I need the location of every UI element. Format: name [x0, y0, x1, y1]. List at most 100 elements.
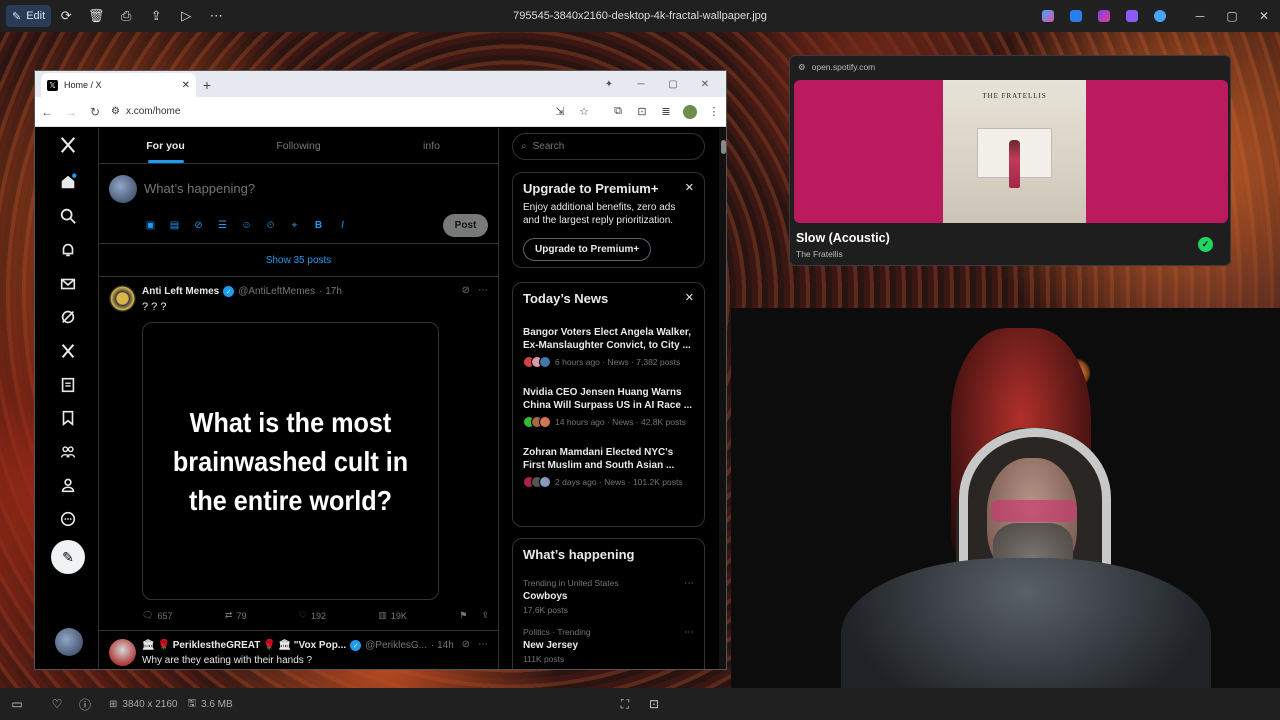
premium-x-icon[interactable]: [57, 340, 79, 362]
designer-icon[interactable]: [1062, 0, 1090, 32]
onedrive-icon[interactable]: [1146, 0, 1174, 32]
window-minimize-icon[interactable]: ─: [626, 71, 656, 97]
profile-avatar[interactable]: [683, 104, 697, 119]
notifications-bell-icon[interactable]: [57, 239, 79, 261]
tweet-avatar[interactable]: [109, 285, 136, 312]
bookmarks-icon[interactable]: [57, 407, 79, 429]
tweet-time[interactable]: · 14h: [431, 640, 454, 651]
more-icon[interactable]: ⋯: [201, 0, 231, 32]
slideshow-icon[interactable]: ▷: [171, 0, 201, 32]
tweet-more-icon[interactable]: ⋯: [478, 639, 488, 650]
share-icon[interactable]: ⇪: [481, 610, 489, 621]
tab-search-icon[interactable]: ⊡: [630, 97, 654, 127]
install-app-icon[interactable]: ⇲: [548, 97, 572, 127]
tweet-handle[interactable]: @AntiLeftMemes: [238, 286, 315, 297]
gemini-icon[interactable]: ✦: [594, 71, 624, 97]
zoom-actual-icon[interactable]: ⊡: [640, 688, 668, 720]
photos-app-icon[interactable]: [1118, 0, 1146, 32]
news-item[interactable]: Zohran Mamdani Elected NYC's First Musli…: [523, 446, 694, 488]
back-icon[interactable]: ←: [35, 97, 59, 127]
tweet-more-icon[interactable]: ⋯: [478, 285, 488, 296]
share-icon[interactable]: ⇪: [141, 0, 171, 32]
tab-close-icon[interactable]: ✕: [182, 80, 190, 91]
tab-info[interactable]: info: [365, 128, 498, 163]
fit-screen-icon[interactable]: ⛶: [611, 688, 639, 720]
tweet-author-name[interactable]: Anti Left Memes: [142, 286, 219, 297]
grok-explain-icon[interactable]: ⊘: [462, 285, 470, 296]
trend-more-icon[interactable]: ⋯: [684, 627, 694, 638]
tab-x-home[interactable]: 𝕏 Home / X ✕: [41, 73, 196, 97]
site-info-icon[interactable]: ⚙: [111, 106, 120, 117]
window-maximize-icon[interactable]: ▢: [658, 71, 688, 97]
tweet-author-name[interactable]: 🏛 🌹 PeriklestheGREAT 🌹 🏛 "Vox Pop...: [142, 640, 346, 651]
scrollbar-thumb[interactable]: [721, 140, 726, 154]
trend-item[interactable]: Politics · Trending New Jersey 111K post…: [523, 627, 694, 664]
grok-explain-icon[interactable]: ⊘: [462, 639, 470, 650]
tweet-time[interactable]: · 17h: [319, 286, 342, 297]
repost-button[interactable]: ⇄ 79: [225, 610, 247, 621]
filmstrip-icon[interactable]: ▭: [3, 688, 31, 720]
delete-icon[interactable]: 🗑: [81, 0, 111, 32]
poll-icon[interactable]: ☰: [216, 219, 229, 232]
compose-post-button[interactable]: ✎: [51, 540, 85, 574]
lists-icon[interactable]: [57, 374, 79, 396]
reading-list-icon[interactable]: ≣: [654, 97, 678, 127]
like-button[interactable]: ♡ 192: [299, 610, 326, 621]
trend-more-icon[interactable]: ⋯: [684, 578, 694, 589]
new-tab-button[interactable]: +: [196, 73, 218, 97]
tab-for-you[interactable]: For you: [99, 128, 232, 163]
tweet-image[interactable]: What is the most brainwashed cult in the…: [142, 322, 439, 600]
rotate-icon[interactable]: ⟳: [51, 0, 81, 32]
close-icon[interactable]: ✕: [1248, 0, 1280, 32]
search-icon[interactable]: [57, 205, 79, 227]
tweet[interactable]: Anti Left Memes ✓ @AntiLeftMemes · 17h ⊘…: [99, 277, 498, 631]
composer-input[interactable]: What’s happening?: [144, 181, 255, 196]
favorite-heart-icon[interactable]: ♡: [43, 688, 71, 720]
media-icon[interactable]: ▣: [144, 219, 157, 232]
page-scrollbar[interactable]: [719, 128, 726, 669]
maximize-icon[interactable]: ▢: [1216, 0, 1248, 32]
dismiss-close-icon[interactable]: ✕: [685, 291, 694, 304]
saved-check-icon[interactable]: ✓: [1198, 237, 1213, 252]
minimize-icon[interactable]: ─: [1184, 0, 1216, 32]
reload-icon[interactable]: ↻: [83, 97, 107, 127]
clipchamp-icon[interactable]: [1090, 0, 1118, 32]
bold-icon[interactable]: B: [312, 219, 325, 232]
news-item[interactable]: Nvidia CEO Jensen Huang Warns China Will…: [523, 386, 694, 428]
more-circle-icon[interactable]: [57, 508, 79, 530]
search-input[interactable]: ⌕ Search: [512, 133, 705, 160]
profile-icon[interactable]: [57, 474, 79, 496]
tweet[interactable]: 🏛 🌹 PeriklestheGREAT 🌹 🏛 "Vox Pop... ✓ @…: [99, 631, 498, 669]
bookmark-icon[interactable]: ⚑: [459, 610, 467, 621]
account-avatar[interactable]: [55, 628, 83, 656]
emoji-icon[interactable]: ☺: [240, 219, 253, 232]
bookmark-star-icon[interactable]: ☆: [572, 97, 596, 127]
dismiss-close-icon[interactable]: ✕: [685, 181, 694, 194]
site-settings-icon[interactable]: ⚙: [798, 62, 806, 73]
grok-icon[interactable]: [57, 306, 79, 328]
upgrade-premium-button[interactable]: Upgrade to Premium+: [523, 238, 652, 261]
track-title[interactable]: Slow (Acoustic): [796, 231, 890, 245]
info-icon[interactable]: ⓘ: [71, 688, 99, 720]
schedule-icon[interactable]: ⏲: [264, 219, 277, 232]
menu-kebab-icon[interactable]: ⋮: [702, 97, 726, 127]
post-button[interactable]: Post: [443, 214, 488, 237]
italic-icon[interactable]: I: [336, 219, 349, 232]
show-new-posts-link[interactable]: Show 35 posts: [99, 244, 498, 277]
trend-item[interactable]: Trending in United States Cowboys 17.6K …: [523, 578, 694, 615]
tweet-handle[interactable]: @PeriklesG...: [365, 640, 427, 651]
edit-button[interactable]: ✎ Edit: [6, 5, 52, 27]
extensions-icon[interactable]: ⧉: [606, 97, 630, 127]
window-close-icon[interactable]: ✕: [690, 71, 720, 97]
tab-following[interactable]: Following: [232, 128, 365, 163]
track-artist[interactable]: The Fratellis: [796, 249, 843, 259]
location-icon[interactable]: ⌖: [288, 219, 301, 232]
reply-button[interactable]: 🗨 657: [142, 610, 172, 621]
home-icon[interactable]: [57, 171, 79, 193]
communities-icon[interactable]: [57, 441, 79, 463]
tweet-avatar[interactable]: [109, 639, 136, 666]
news-item[interactable]: Bangor Voters Elect Angela Walker, Ex-Ma…: [523, 326, 694, 368]
url-field[interactable]: ⚙ x.com/home: [107, 101, 548, 123]
grok-compose-icon[interactable]: ⊘: [192, 219, 205, 232]
forward-icon[interactable]: →: [59, 97, 83, 127]
